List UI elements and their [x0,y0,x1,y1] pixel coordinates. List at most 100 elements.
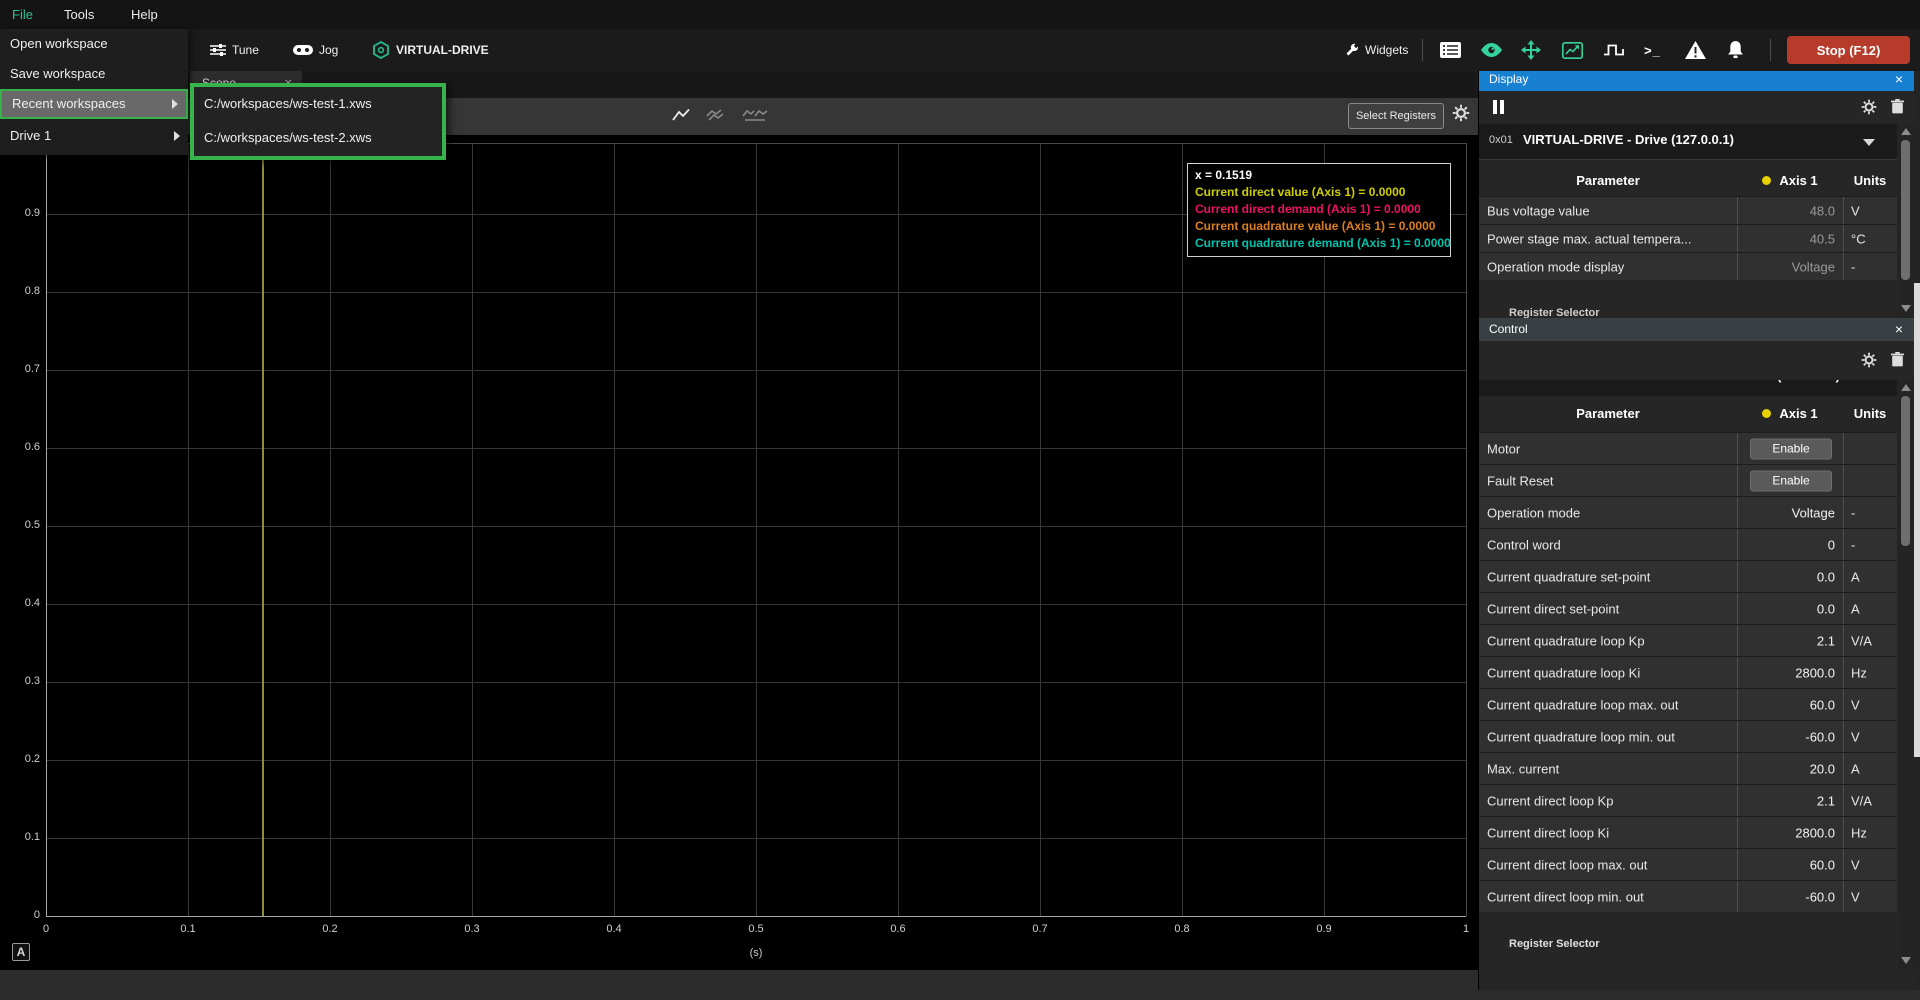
value-text[interactable]: 2.1 [1817,793,1835,808]
single-trace-icon[interactable] [672,108,690,122]
control-panel-header[interactable]: Control × [1479,318,1915,341]
monitor-button[interactable] [1480,36,1503,64]
value-text[interactable]: 60.0 [1810,857,1835,872]
enable-button[interactable]: Enable [1750,470,1832,491]
menu-tools[interactable]: Tools [58,0,100,29]
display-panel-header[interactable]: Display × [1479,68,1915,91]
dual-trace-icon[interactable] [706,108,726,122]
scrollbar-thumb[interactable] [1901,396,1910,546]
table-row[interactable]: Current quadrature loop min. out -60.0 V [1479,720,1897,752]
table-row[interactable]: Current quadrature loop Ki 2800.0 Hz [1479,656,1897,688]
waveform-button[interactable] [1603,36,1624,64]
table-row[interactable]: Current direct loop Kp 2.1 V/A [1479,784,1897,816]
table-row[interactable]: Max. current 20.0 A [1479,752,1897,784]
select-registers-button[interactable]: Select Registers [1348,103,1444,129]
control-trash-icon[interactable] [1891,352,1904,367]
menu-item-save-workspace[interactable]: Save workspace [0,59,188,89]
value-cell[interactable]: Enable [1737,433,1843,464]
value-cell[interactable]: 2.1 [1737,625,1843,656]
tune-button[interactable]: Tune [210,36,259,64]
scroll-up-icon[interactable] [1901,384,1911,391]
value-cell[interactable]: 2800.0 [1737,817,1843,848]
table-row[interactable]: Current direct loop Ki 2800.0 Hz [1479,816,1897,848]
submenu-item-ws-test-1[interactable]: C:/workspaces/ws-test-1.xws [194,87,442,121]
chevron-down-icon[interactable] [1863,139,1875,146]
cursor-line[interactable] [262,143,264,916]
value-cell[interactable]: 2.1 [1737,785,1843,816]
menu-item-drive-1[interactable]: Drive 1 [0,121,188,151]
value-cell[interactable]: 0.0 [1737,593,1843,624]
display-close-icon[interactable]: × [1895,71,1903,87]
value-text[interactable]: 0.0 [1817,601,1835,616]
control-close-icon[interactable]: × [1895,321,1903,337]
control-scrollbar[interactable] [1898,380,1914,970]
control-drive-selector-clipped[interactable]: VIRTUAL-DRIVE - Drive (127.0.0.1) [1479,380,1897,396]
table-row[interactable]: Operation mode display Voltage - [1479,252,1897,280]
value-text[interactable]: -60.0 [1805,729,1835,744]
table-row[interactable]: Power stage max. actual tempera... 40.5 … [1479,224,1897,252]
table-row[interactable]: Fault Reset Enable [1479,464,1897,496]
value-cell[interactable]: -60.0 [1737,721,1843,752]
menu-file[interactable]: File [6,0,39,29]
dock-scrollbar[interactable] [1914,66,1920,990]
value-text[interactable]: 60.0 [1810,697,1835,712]
widgets-button[interactable]: Widgets [1345,36,1408,64]
warnings-button[interactable] [1685,36,1706,64]
jog-button[interactable]: Jog [293,36,338,64]
control-settings-gear-icon[interactable] [1861,352,1877,368]
split-trace-icon[interactable] [742,108,768,122]
menu-help[interactable]: Help [125,0,164,29]
table-row[interactable]: Current direct set-point 0.0 A [1479,592,1897,624]
stop-button[interactable]: Stop (F12) [1787,36,1910,64]
table-row[interactable]: Current quadrature loop max. out 60.0 V [1479,688,1897,720]
scroll-down-icon[interactable] [1901,305,1911,312]
motion-button[interactable] [1521,36,1541,64]
notifications-button[interactable] [1727,36,1744,64]
table-row[interactable]: Current quadrature loop Kp 2.1 V/A [1479,624,1897,656]
scope-chart[interactable]: 00.10.20.30.40.50.60.70.80.9100.10.20.30… [0,135,1478,970]
table-row[interactable]: Control word 0 - [1479,528,1897,560]
scrollbar-thumb[interactable] [1901,140,1910,280]
value-cell[interactable]: 0.0 [1737,561,1843,592]
value-cell[interactable]: 20.0 [1737,753,1843,784]
submenu-item-ws-test-2[interactable]: C:/workspaces/ws-test-2.xws [194,121,442,155]
pause-icon[interactable] [1493,100,1504,114]
table-row[interactable]: Operation mode Voltage - [1479,496,1897,528]
display-drive-selector[interactable]: 0x01 VIRTUAL-DRIVE - Drive (127.0.0.1) [1479,124,1897,160]
scroll-down-icon[interactable] [1901,957,1911,964]
value-cell[interactable]: Enable [1737,465,1843,496]
menu-item-recent-workspaces[interactable]: Recent workspaces [0,89,188,119]
scope-settings-gear-icon[interactable] [1452,104,1470,122]
autoscale-button[interactable]: A [12,943,30,961]
value-text[interactable]: 2800.0 [1795,825,1835,840]
scope-chart-button[interactable] [1562,36,1583,64]
clipped-register-selector[interactable]: Register Selector [1509,303,1709,318]
register-list-button[interactable] [1440,36,1461,64]
value-text[interactable]: 0.0 [1817,569,1835,584]
scroll-up-icon[interactable] [1901,128,1911,135]
value-cell[interactable]: Voltage [1737,497,1843,528]
dock-scrollbar-thumb[interactable] [1914,283,1920,757]
table-row[interactable]: Current direct loop max. out 60.0 V [1479,848,1897,880]
table-row[interactable]: Current quadrature set-point 0.0 A [1479,560,1897,592]
table-row[interactable]: Motor Enable [1479,432,1897,464]
value-text[interactable]: Voltage [1792,505,1835,520]
display-trash-icon[interactable] [1891,99,1904,114]
console-button[interactable]: >_ [1644,36,1661,64]
display-scrollbar[interactable] [1898,124,1914,318]
value-text[interactable]: 0 [1828,537,1835,552]
value-text[interactable]: -60.0 [1805,889,1835,904]
register-selector-button[interactable]: Register Selector [1509,938,1599,950]
table-row[interactable]: Current direct loop min. out -60.0 V [1479,880,1897,912]
value-cell[interactable]: 2800.0 [1737,657,1843,688]
value-cell[interactable]: 60.0 [1737,849,1843,880]
value-cell[interactable]: 60.0 [1737,689,1843,720]
menu-item-open-workspace[interactable]: Open workspace [0,29,188,59]
value-text[interactable]: 2800.0 [1795,665,1835,680]
display-settings-gear-icon[interactable] [1861,99,1877,115]
virtual-drive-button[interactable]: VIRTUAL-DRIVE [372,36,489,64]
enable-button[interactable]: Enable [1750,438,1832,459]
value-cell[interactable]: 0 [1737,529,1843,560]
value-cell[interactable]: -60.0 [1737,881,1843,912]
table-row[interactable]: Bus voltage value 48.0 V [1479,196,1897,224]
